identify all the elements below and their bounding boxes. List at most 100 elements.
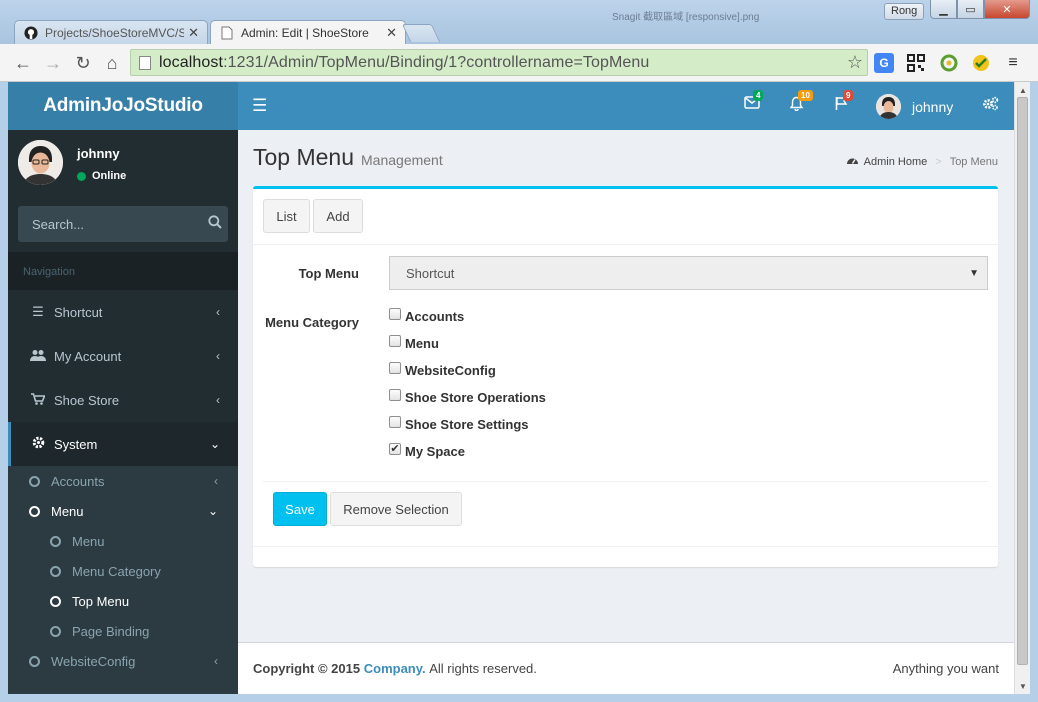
add-button[interactable]: Add bbox=[313, 199, 363, 233]
top-menu-select[interactable]: Shortcut ▼ bbox=[389, 256, 988, 290]
address-bar[interactable]: localhost:1231/Admin/TopMenu/Binding/1?c… bbox=[130, 49, 868, 76]
sidebar-item-shortcut[interactable]: ☰ Shortcut ‹ bbox=[8, 290, 238, 334]
user-name: johnny bbox=[912, 98, 954, 115]
vertical-scrollbar[interactable]: ▲ ▼ bbox=[1014, 82, 1030, 694]
sidebar-item-accounts[interactable]: Accounts ‹ bbox=[8, 466, 238, 496]
tasks-button[interactable]: 9 bbox=[834, 90, 854, 116]
page-icon bbox=[219, 25, 235, 41]
chevron-down-icon: ⌄ bbox=[207, 504, 218, 518]
scroll-up-icon[interactable]: ▲ bbox=[1019, 86, 1027, 95]
category-menu[interactable]: Menu bbox=[389, 334, 439, 351]
close-icon[interactable]: ✕ bbox=[386, 25, 397, 41]
category-accounts[interactable]: Accounts bbox=[389, 307, 464, 324]
sidebar-item-menu[interactable]: Menu ⌄ bbox=[8, 496, 238, 526]
window-title: Snagit 截取區域 [responsive].png bbox=[612, 12, 760, 23]
gear-icon bbox=[28, 436, 48, 452]
remove-selection-button[interactable]: Remove Selection bbox=[330, 492, 462, 526]
browser-titlebar: Projects/ShoeStoreMVC/S ✕ Admin: Edit | … bbox=[0, 0, 1038, 45]
extension-icon[interactable] bbox=[971, 53, 991, 73]
users-icon bbox=[28, 349, 48, 364]
forward-icon[interactable]: → bbox=[42, 52, 64, 74]
circle-icon bbox=[50, 625, 61, 637]
reload-icon[interactable]: ↻ bbox=[72, 52, 94, 74]
extension-icon[interactable] bbox=[939, 53, 959, 73]
category-my-space[interactable]: ✔ My Space bbox=[389, 442, 465, 459]
list-button[interactable]: List bbox=[263, 199, 310, 233]
chevron-left-icon: ‹ bbox=[214, 474, 218, 488]
home-icon[interactable]: ⌂ bbox=[101, 52, 123, 74]
scrollbar-thumb[interactable] bbox=[1017, 97, 1028, 665]
back-icon[interactable]: ← bbox=[12, 52, 34, 74]
status-dot-icon bbox=[77, 171, 86, 181]
scroll-down-icon[interactable]: ▼ bbox=[1019, 682, 1027, 691]
breadcrumb-home-link[interactable]: Admin Home bbox=[864, 156, 928, 168]
category-shoe-store-settings[interactable]: Shoe Store Settings bbox=[389, 415, 529, 432]
circle-icon bbox=[29, 655, 40, 667]
star-icon[interactable]: ☆ bbox=[847, 52, 863, 73]
qr-code-icon[interactable] bbox=[906, 53, 926, 73]
category-websiteconfig[interactable]: WebsiteConfig bbox=[389, 361, 496, 378]
maximize-button[interactable]: ▭ bbox=[957, 0, 984, 19]
tab-github[interactable]: Projects/ShoeStoreMVC/S ✕ bbox=[14, 20, 208, 44]
company-link[interactable]: Company. bbox=[364, 661, 426, 676]
circle-icon bbox=[29, 475, 40, 487]
search-icon[interactable] bbox=[208, 215, 222, 233]
messages-badge: 4 bbox=[753, 90, 764, 101]
settings-gears-icon[interactable] bbox=[982, 96, 999, 116]
search-input[interactable] bbox=[32, 216, 208, 232]
checkbox[interactable] bbox=[389, 361, 401, 374]
online-status: Online bbox=[77, 170, 126, 182]
minimize-button[interactable]: ▁ bbox=[930, 0, 957, 19]
sidebar-item-websiteconfig[interactable]: WebsiteConfig ‹ bbox=[8, 646, 238, 676]
page-title: Top Menu bbox=[253, 144, 355, 170]
chevron-left-icon: ‹ bbox=[214, 654, 218, 668]
checkbox[interactable] bbox=[389, 388, 401, 401]
sidebar-toggle-icon[interactable]: ☰ bbox=[252, 96, 267, 116]
copyright-text: Copyright © 2015 bbox=[253, 661, 361, 676]
tab-title: Projects/ShoeStoreMVC/S bbox=[45, 25, 185, 40]
url-text[interactable]: localhost:1231/Admin/TopMenu/Binding/1?c… bbox=[159, 54, 649, 72]
divider bbox=[263, 481, 988, 482]
window-frame bbox=[1030, 82, 1038, 702]
sidebar-item-top-menu[interactable]: Top Menu bbox=[8, 586, 238, 616]
tab-admin-edit[interactable]: Admin: Edit | ShoeStore ✕ bbox=[210, 20, 406, 45]
close-window-button[interactable]: ✕ bbox=[984, 0, 1030, 19]
sidebar-item-menu-sub[interactable]: Menu bbox=[8, 526, 238, 556]
window-frame bbox=[0, 694, 1038, 702]
tasks-badge: 9 bbox=[843, 90, 854, 101]
close-icon[interactable]: ✕ bbox=[188, 25, 199, 41]
messages-button[interactable]: 4 bbox=[744, 90, 764, 114]
sidebar-item-system[interactable]: System ⌄ bbox=[8, 422, 238, 466]
new-tab-button[interactable] bbox=[401, 24, 441, 42]
app-logo[interactable]: Admin JoJoStudio bbox=[8, 82, 238, 130]
notifications-badge: 10 bbox=[798, 90, 813, 101]
sidebar-item-shoe-store[interactable]: Shoe Store ‹ bbox=[8, 378, 238, 422]
sidebar-item-page-binding[interactable]: Page Binding bbox=[8, 616, 238, 646]
checkbox-checked[interactable]: ✔ bbox=[389, 442, 401, 455]
rights-text: All rights reserved. bbox=[429, 661, 537, 676]
page-viewport: Admin JoJoStudio ☰ 4 10 9 johnny johnny … bbox=[8, 82, 1014, 694]
notifications-button[interactable]: 10 bbox=[789, 90, 813, 116]
menu-category-label: Menu Category bbox=[265, 315, 359, 330]
user-menu[interactable]: johnny bbox=[876, 94, 953, 119]
translate-icon[interactable]: G bbox=[874, 53, 894, 73]
top-navbar: ☰ 4 10 9 johnny bbox=[238, 82, 1014, 130]
edit-form-box: List Add Top Menu Shortcut ▼ Menu Catego… bbox=[253, 186, 998, 567]
profile-button[interactable]: Rong bbox=[884, 3, 925, 20]
checkbox[interactable] bbox=[389, 334, 401, 347]
category-shoe-store-operations[interactable]: Shoe Store Operations bbox=[389, 388, 546, 405]
github-icon bbox=[23, 25, 39, 41]
sidebar-item-menu-category[interactable]: Menu Category bbox=[8, 556, 238, 586]
footer-right-text: Anything you want bbox=[892, 661, 999, 676]
sidebar-item-my-account[interactable]: My Account ‹ bbox=[8, 334, 238, 378]
avatar bbox=[18, 140, 63, 185]
checkbox[interactable] bbox=[389, 307, 401, 320]
content-header: Top Menu Management bbox=[253, 144, 443, 171]
sidebar: johnny Online Navigation ☰ Shortcut ‹ My… bbox=[8, 130, 238, 694]
checkbox[interactable] bbox=[389, 415, 401, 428]
circle-icon bbox=[50, 535, 61, 547]
top-menu-label: Top Menu bbox=[298, 266, 359, 281]
menu-icon[interactable]: ≡ bbox=[1003, 53, 1023, 73]
page-footer: Copyright © 2015 Company. All rights res… bbox=[238, 642, 1014, 694]
save-button[interactable]: Save bbox=[273, 492, 327, 526]
